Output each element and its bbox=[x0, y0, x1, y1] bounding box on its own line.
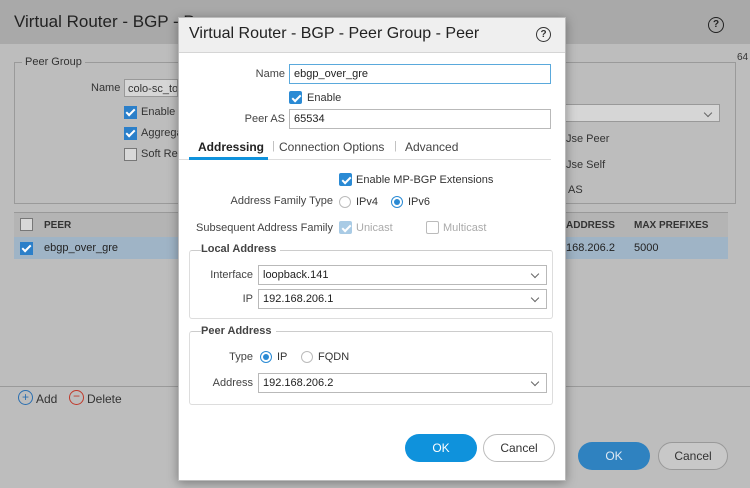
ok-button[interactable]: OK bbox=[405, 434, 477, 462]
interface-label: Interface bbox=[210, 269, 253, 281]
mp-bgp-checkbox[interactable] bbox=[339, 173, 352, 186]
col-address[interactable]: ADDRESS bbox=[566, 220, 615, 231]
address-family-type-label: Address Family Type bbox=[230, 195, 333, 207]
local-ip-label: IP bbox=[242, 293, 253, 305]
bg-enable-checkbox[interactable] bbox=[124, 106, 137, 119]
enable-checkbox[interactable] bbox=[289, 91, 302, 104]
col-peer[interactable]: PEER bbox=[44, 220, 71, 231]
dialog-title: Virtual Router - BGP - Peer Group - Peer bbox=[189, 25, 480, 42]
peer-as-input[interactable]: 65534 bbox=[289, 109, 551, 129]
bg-soft-reset-label: Soft Re bbox=[141, 148, 178, 160]
ipv6-label: IPv6 bbox=[408, 196, 431, 208]
tab-separator: | bbox=[272, 140, 275, 152]
bg-ok-button[interactable]: OK bbox=[578, 442, 650, 470]
bg-soft-reset-checkbox[interactable] bbox=[124, 148, 137, 161]
local-address-legend: Local Address bbox=[201, 243, 281, 255]
peer-dialog: Virtual Router - BGP - Peer Group - Peer… bbox=[178, 17, 566, 481]
help-icon[interactable]: ? bbox=[708, 17, 724, 33]
row-address: 168.206.2 bbox=[566, 242, 615, 254]
peer-address-select[interactable]: 192.168.206.2 bbox=[258, 373, 547, 393]
bg-aggregate-checkbox[interactable] bbox=[124, 127, 137, 140]
unicast-checkbox[interactable] bbox=[339, 221, 352, 234]
name-input[interactable]: ebgp_over_gre bbox=[289, 64, 551, 84]
type-fqdn-label: FQDN bbox=[318, 351, 350, 363]
type-fqdn-radio[interactable] bbox=[301, 351, 313, 363]
peer-address-label: Address bbox=[212, 377, 253, 389]
peer-address-group bbox=[189, 331, 553, 405]
multicast-checkbox[interactable] bbox=[426, 221, 439, 234]
tab-separator: | bbox=[394, 140, 397, 152]
subsequent-af-label: Subsequent Address Family bbox=[196, 222, 333, 234]
col-max-prefixes[interactable]: MAX PREFIXES bbox=[634, 220, 708, 231]
bg-right-select[interactable] bbox=[564, 104, 720, 122]
mp-bgp-label: Enable MP-BGP Extensions bbox=[356, 174, 494, 186]
row-peer: ebgp_over_gre bbox=[44, 242, 119, 254]
peer-address-legend: Peer Address bbox=[201, 325, 276, 337]
unicast-label: Unicast bbox=[356, 222, 393, 234]
bg-right-text-2: Jse Peer bbox=[566, 133, 610, 145]
dialog-title-bar: Virtual Router - BGP - Peer Group - Peer… bbox=[179, 18, 565, 53]
enable-label: Enable bbox=[307, 92, 342, 104]
delete-icon[interactable]: − bbox=[69, 390, 84, 405]
type-label: Type bbox=[229, 351, 253, 363]
cancel-button[interactable]: Cancel bbox=[483, 434, 555, 462]
bg-aggregate-label: Aggrega bbox=[141, 127, 183, 139]
add-label[interactable]: Add bbox=[36, 392, 57, 406]
ipv6-radio[interactable] bbox=[391, 196, 403, 208]
background-title: Virtual Router - BGP - P bbox=[14, 12, 195, 31]
local-ip-select[interactable]: 192.168.206.1 bbox=[258, 289, 547, 309]
bg-cancel-button[interactable]: Cancel bbox=[658, 442, 728, 470]
delete-label[interactable]: Delete bbox=[87, 392, 122, 406]
bg-enable-label: Enable bbox=[141, 106, 176, 118]
peer-as-label: Peer AS bbox=[244, 113, 285, 125]
active-tab-indicator bbox=[189, 157, 268, 160]
peer-group-legend: Peer Group bbox=[22, 56, 85, 68]
ipv4-label: IPv4 bbox=[356, 196, 379, 208]
multicast-label: Multicast bbox=[443, 222, 487, 234]
type-ip-radio[interactable] bbox=[260, 351, 272, 363]
row-checkbox[interactable] bbox=[20, 242, 33, 255]
add-icon[interactable]: + bbox=[18, 390, 33, 405]
tab-addressing[interactable]: Addressing bbox=[198, 140, 264, 154]
select-all-checkbox[interactable] bbox=[20, 218, 33, 231]
help-icon[interactable]: ? bbox=[536, 27, 551, 42]
tab-advanced[interactable]: Advanced bbox=[405, 140, 458, 154]
name-label: Name bbox=[255, 68, 285, 80]
interface-select[interactable]: loopback.141 bbox=[258, 265, 547, 285]
tab-connection-options[interactable]: Connection Options bbox=[279, 140, 384, 154]
row-max-prefixes: 5000 bbox=[634, 242, 659, 254]
bg-right-text-3: Jse Self bbox=[566, 159, 606, 171]
bg-name-input[interactable]: colo-sc_to_ bbox=[124, 79, 178, 97]
type-ip-label: IP bbox=[277, 351, 288, 363]
bg-right-text-4: AS bbox=[568, 184, 583, 196]
bg-name-label: Name bbox=[91, 82, 121, 94]
ipv4-radio[interactable] bbox=[339, 196, 351, 208]
bg-right-text-1: 64 bbox=[737, 52, 749, 63]
